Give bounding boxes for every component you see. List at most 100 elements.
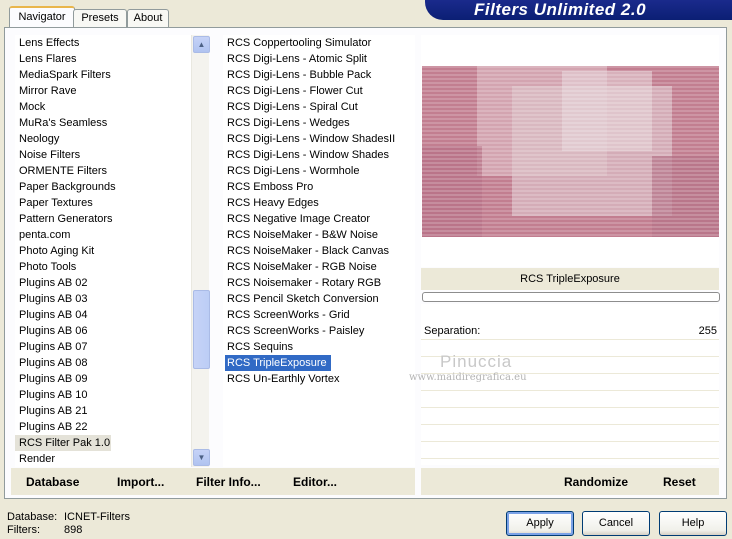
list-item-label: RCS Digi-Lens - Atomic Split [227, 53, 367, 65]
list-item[interactable]: Mirror Rave [15, 83, 191, 99]
list-item[interactable]: RCS ScreenWorks - Paisley [223, 323, 415, 339]
list-item-label: Photo Tools [19, 261, 77, 273]
list-item-label: RCS Coppertooling Simulator [227, 37, 372, 49]
selected-filter-name: RCS TripleExposure [421, 268, 719, 290]
list-item[interactable]: Plugins AB 02 [15, 275, 191, 291]
list-item-label: Plugins AB 09 [19, 373, 88, 385]
database-label: Database: [7, 511, 58, 523]
list-item[interactable]: RCS Coppertooling Simulator [223, 35, 415, 51]
list-item[interactable]: RCS Noisemaker - Rotary RGB [223, 275, 415, 291]
list-item[interactable]: Lens Effects [15, 35, 191, 51]
list-item[interactable]: RCS NoiseMaker - Black Canvas [223, 243, 415, 259]
list-item[interactable]: Paper Textures [15, 195, 191, 211]
list-item-label: RCS Digi-Lens - Bubble Pack [227, 69, 372, 81]
category-list[interactable]: Lens Effects Lens Flares MediaSpark Filter… [15, 35, 191, 467]
editor-button[interactable]: Editor... [293, 475, 337, 489]
list-item-label: Mock [19, 101, 46, 113]
list-item[interactable]: RCS Negative Image Creator [223, 211, 415, 227]
category-scrollbar[interactable]: ▲ ▼ [191, 35, 210, 467]
list-item-label: RCS Noisemaker - Rotary RGB [227, 277, 382, 289]
list-item[interactable]: RCS Filter Pak 1.0 [15, 435, 111, 451]
list-item[interactable]: MuRa's Seamless [15, 115, 191, 131]
tab-navigator[interactable]: Navigator [9, 6, 75, 29]
list-item[interactable]: Neology [15, 131, 191, 147]
database-button[interactable]: Database [26, 475, 79, 489]
list-item[interactable]: Plugins AB 08 [15, 355, 191, 371]
filter-list[interactable]: RCS Coppertooling Simulator RCS Digi-Lens… [223, 35, 415, 467]
list-item[interactable]: Plugins AB 22 [15, 419, 191, 435]
param-row [421, 408, 719, 425]
list-item[interactable]: RCS Digi-Lens - Spiral Cut [223, 99, 415, 115]
list-item[interactable]: Plugins AB 06 [15, 323, 191, 339]
list-item[interactable]: RCS Digi-Lens - Window Shades [223, 147, 415, 163]
list-item[interactable]: RCS Digi-Lens - Flower Cut [223, 83, 415, 99]
list-item-label: RCS Digi-Lens - Wormhole [227, 165, 360, 177]
scroll-thumb[interactable] [193, 290, 210, 369]
param-row [421, 442, 719, 459]
list-item[interactable]: penta.com [15, 227, 191, 243]
list-item-label: RCS Filter Pak 1.0 [19, 437, 111, 449]
list-item-label: Plugins AB 08 [19, 357, 88, 369]
list-item[interactable]: Plugins AB 04 [15, 307, 191, 323]
list-item[interactable]: RCS Pencil Sketch Conversion [223, 291, 415, 307]
list-item[interactable]: Plugins AB 03 [15, 291, 191, 307]
list-item[interactable]: Render [15, 451, 191, 467]
list-item-label: RCS Pencil Sketch Conversion [227, 293, 379, 305]
import-button[interactable]: Import... [117, 475, 164, 489]
list-item-label: MuRa's Seamless [19, 117, 108, 129]
list-item[interactable]: RCS Emboss Pro [223, 179, 415, 195]
list-item[interactable]: Lens Flares [15, 51, 191, 67]
list-item[interactable]: RCS Digi-Lens - Wormhole [223, 163, 415, 179]
list-item-label: RCS Digi-Lens - Flower Cut [227, 85, 363, 97]
list-item-label: RCS Sequins [227, 341, 294, 353]
list-item-label: Plugins AB 07 [19, 341, 88, 353]
tab-presets[interactable]: Presets [73, 9, 127, 27]
list-item-label: Plugins AB 04 [19, 309, 88, 321]
param-label: Separation: [424, 325, 481, 337]
list-item-label: Plugins AB 21 [19, 405, 88, 417]
list-item[interactable]: Mock [15, 99, 191, 115]
list-item[interactable]: Plugins AB 10 [15, 387, 191, 403]
list-item[interactable]: Photo Aging Kit [15, 243, 191, 259]
progress-bar [422, 292, 720, 302]
list-item[interactable]: RCS Sequins [223, 339, 415, 355]
list-item[interactable]: Noise Filters [15, 147, 191, 163]
list-item[interactable]: Plugins AB 21 [15, 403, 191, 419]
list-item[interactable]: RCS TripleExposure [223, 355, 415, 371]
list-item[interactable]: RCS NoiseMaker - B&W Noise [223, 227, 415, 243]
list-item[interactable]: MediaSpark Filters [15, 67, 191, 83]
help-button[interactable]: Help [659, 511, 727, 536]
list-item-label: Render [19, 453, 56, 465]
list-item-label: RCS TripleExposure [225, 355, 331, 371]
param-value[interactable]: 255 [699, 325, 717, 337]
list-item[interactable]: Pattern Generators [15, 211, 191, 227]
list-item-label: Neology [19, 133, 60, 145]
list-item[interactable]: ORMENTE Filters [15, 163, 191, 179]
list-item-label: Paper Backgrounds [19, 181, 116, 193]
list-item[interactable]: Photo Tools [15, 259, 191, 275]
list-item[interactable]: Plugins AB 07 [15, 339, 191, 355]
apply-button[interactable]: Apply [506, 511, 574, 536]
filter-info-button[interactable]: Filter Info... [196, 475, 261, 489]
param-row [421, 391, 719, 408]
scroll-down-icon[interactable]: ▼ [193, 449, 210, 466]
list-item[interactable]: RCS Digi-Lens - Wedges [223, 115, 415, 131]
list-item[interactable]: Plugins AB 09 [15, 371, 191, 387]
cancel-button[interactable]: Cancel [582, 511, 650, 536]
list-item[interactable]: Paper Backgrounds [15, 179, 191, 195]
list-item[interactable]: RCS NoiseMaker - RGB Noise [223, 259, 415, 275]
list-item[interactable]: RCS ScreenWorks - Grid [223, 307, 415, 323]
list-item[interactable]: RCS Digi-Lens - Bubble Pack [223, 67, 415, 83]
list-item-label: Plugins AB 02 [19, 277, 88, 289]
list-item[interactable]: RCS Digi-Lens - Atomic Split [223, 51, 415, 67]
list-item-label: Plugins AB 10 [19, 389, 88, 401]
scroll-up-icon[interactable]: ▲ [193, 36, 210, 53]
list-item[interactable]: RCS Heavy Edges [223, 195, 415, 211]
param-row-separation[interactable]: Separation: 255 [421, 323, 719, 340]
watermark-name: Pinuccia [440, 352, 513, 371]
list-item[interactable]: RCS Un-Earthly Vortex [223, 371, 415, 387]
tab-about[interactable]: About [127, 9, 169, 27]
list-item[interactable]: RCS Digi-Lens - Window ShadesII [223, 131, 415, 147]
randomize-button[interactable]: Randomize [564, 475, 628, 489]
reset-button[interactable]: Reset [663, 475, 696, 489]
